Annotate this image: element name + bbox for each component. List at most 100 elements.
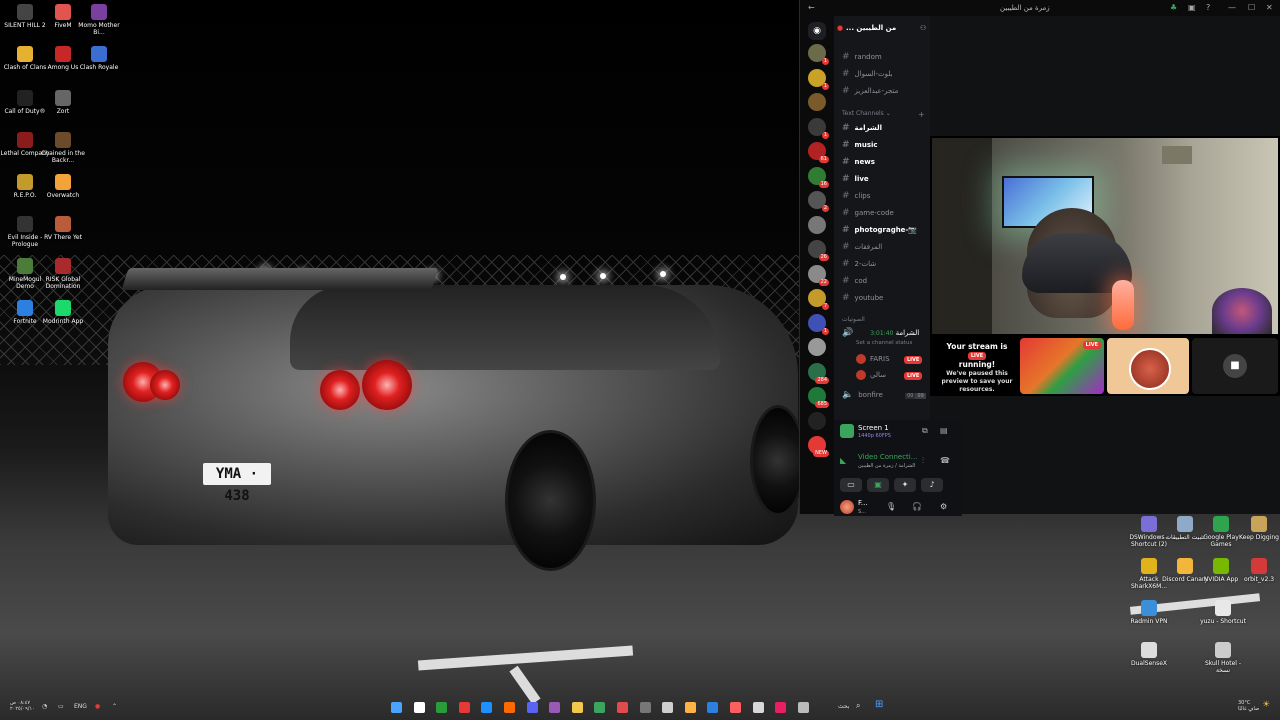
headphones-icon[interactable]: 🎧	[912, 502, 922, 511]
desktop-icon[interactable]: yuzu - Shortcut	[1198, 600, 1248, 625]
channel-status[interactable]: Set a channel status	[856, 340, 912, 346]
stream-tile-camera-off[interactable]: ■	[1192, 338, 1278, 394]
desktop-icon[interactable]: Radmin VPN	[1124, 600, 1174, 625]
spotify-icon[interactable]	[617, 702, 628, 713]
calculator-icon[interactable]	[707, 702, 719, 713]
inbox-icon[interactable]: ▣	[1188, 3, 1196, 12]
firefox-icon[interactable]	[775, 702, 787, 713]
stream-tile-screen[interactable]: LIVE	[1020, 338, 1104, 394]
weather-sun-icon[interactable]: ☀	[1262, 700, 1270, 710]
camera-feed[interactable]	[932, 138, 1278, 334]
desktop-icon[interactable]: orbit_v2.3	[1234, 558, 1280, 583]
minimize-button[interactable]: —	[1228, 3, 1236, 12]
category-text-channels[interactable]: Text Channels ⌄	[842, 110, 891, 117]
desktop-icon[interactable]: Chained in the Backr...	[38, 132, 88, 164]
channel-item[interactable]: # cod	[842, 274, 867, 288]
files-icon[interactable]	[571, 702, 583, 713]
channel-item[interactable]: # live	[842, 172, 869, 186]
notification-icon[interactable]: ◔	[42, 703, 47, 710]
server-icon[interactable]: 685	[808, 387, 829, 408]
back-arrow-icon[interactable]: ←	[808, 3, 815, 12]
mixer-icon[interactable]	[797, 702, 809, 713]
discord-icon[interactable]	[594, 702, 606, 713]
chrome-icon[interactable]	[662, 702, 674, 713]
add-friend-icon[interactable]: ⚇	[920, 24, 926, 32]
voice-user[interactable]: FARIS LIVE	[856, 352, 923, 366]
server-icon[interactable]	[808, 338, 826, 356]
channel-item[interactable]: # الشرامة	[842, 121, 882, 135]
share-screen-button[interactable]: ▣	[867, 478, 889, 492]
desktop-icon[interactable]: Keep Digging	[1234, 516, 1280, 541]
discord-home-icon[interactable]: ◉	[808, 22, 826, 40]
channel-item[interactable]: # المرفقات	[842, 240, 882, 254]
desktop-icon[interactable]: RV There Yet	[38, 216, 88, 241]
nitro-leaf-icon[interactable]: ♣	[1170, 3, 1177, 12]
channel-item[interactable]: # random	[842, 50, 882, 64]
weather-widget[interactable]: 30°C صافٍ غالبًا	[1238, 700, 1259, 712]
desktop-icon[interactable]: Momo Mother Bi...	[74, 4, 124, 36]
desktop-icon[interactable]: DualSenseX	[1124, 642, 1174, 667]
disconnect-icon[interactable]: ☎	[940, 456, 950, 465]
clock[interactable]: ٠٨:٤٧ ص ٢٠٢٥/٠٩/١٠	[10, 700, 35, 712]
battlenet-icon[interactable]	[504, 702, 515, 713]
language-indicator[interactable]: ENG	[74, 703, 87, 710]
channel-item[interactable]: # youtube	[842, 291, 883, 305]
opera-icon[interactable]	[458, 702, 470, 713]
server-icon[interactable]: 1	[808, 117, 829, 139]
voice-channel-bonfire[interactable]: 🔈 bonfire 00 99	[842, 388, 926, 402]
category-voice[interactable]: الصوتيات	[842, 316, 865, 323]
lunar-icon[interactable]	[549, 702, 561, 713]
settings-gear-icon[interactable]: ⚙	[940, 502, 947, 511]
server-icon[interactable]: 1	[808, 313, 829, 335]
voice-channel[interactable]: 🔊 الشرامة 3:01:40	[842, 326, 919, 340]
close-button[interactable]: ✕	[1266, 3, 1273, 12]
server-icon[interactable]: 1	[808, 68, 829, 90]
search-icon[interactable]: ⌕	[856, 701, 860, 711]
channel-item[interactable]: # clips	[842, 189, 870, 203]
search-box[interactable]: بحث	[838, 703, 849, 710]
settings-icon[interactable]	[639, 702, 651, 713]
brave-icon[interactable]	[526, 702, 538, 713]
steam-icon[interactable]	[481, 702, 493, 713]
server-icon[interactable]: 16	[808, 166, 829, 188]
help-icon[interactable]: ?	[1206, 3, 1210, 12]
epic-icon[interactable]	[413, 702, 425, 713]
channel-item[interactable]: # شات-2	[842, 257, 876, 271]
desktop-icon[interactable]: Zort	[38, 90, 88, 115]
channel-item[interactable]: # بلوت-السوال	[842, 67, 893, 81]
soundboard-button[interactable]: ♪	[921, 478, 943, 492]
server-header[interactable]: ● ... من الطيبين ⚇	[834, 16, 930, 40]
server-icon[interactable]: 61	[808, 142, 829, 163]
channel-item[interactable]: # game-code	[842, 206, 894, 220]
server-icon[interactable]: 7	[808, 289, 829, 310]
desktop-icon[interactable]: Modrinth App	[38, 300, 88, 325]
noise-suppression-icon[interactable]: ⫶	[922, 456, 924, 466]
terminal-icon[interactable]	[730, 702, 741, 713]
server-icon[interactable]	[808, 93, 826, 111]
capcut-icon[interactable]	[684, 702, 696, 713]
desktop-icon[interactable]: Overwatch	[38, 174, 88, 199]
connection-status[interactable]: Video Connecti...	[858, 453, 917, 461]
server-icon[interactable]: 26	[808, 240, 829, 261]
stream-tile-avatar[interactable]	[1107, 338, 1189, 394]
channel-item[interactable]: # music	[842, 138, 878, 152]
microphone-icon[interactable]: 🎙	[886, 502, 896, 511]
user-avatar[interactable]	[840, 500, 854, 514]
app-icon[interactable]	[752, 702, 764, 713]
activities-button[interactable]: ✦	[894, 478, 916, 492]
server-icon[interactable]	[808, 215, 826, 234]
start-menu-icon[interactable]	[391, 702, 402, 713]
stop-stream-icon[interactable]: ▤	[940, 426, 948, 435]
start-button[interactable]: ⊞	[875, 699, 883, 710]
server-icon[interactable]: 1	[808, 44, 829, 65]
server-icon[interactable]: 284	[808, 362, 829, 384]
voice-user[interactable]: سالي LIVE	[856, 368, 923, 382]
add-channel-icon[interactable]: +	[918, 110, 925, 119]
tray-chevron-icon[interactable]: ⌃	[112, 703, 117, 710]
microphone-tray-icon[interactable]: ●	[95, 703, 100, 710]
channel-item[interactable]: # photograghe-📷	[842, 223, 917, 237]
channel-item[interactable]: # متجر-عبدالعزيز	[842, 84, 898, 98]
server-icon[interactable]: 2	[808, 191, 829, 212]
desktop-icon[interactable]: Clash Royale	[74, 46, 124, 71]
xbox-icon[interactable]	[436, 702, 448, 713]
